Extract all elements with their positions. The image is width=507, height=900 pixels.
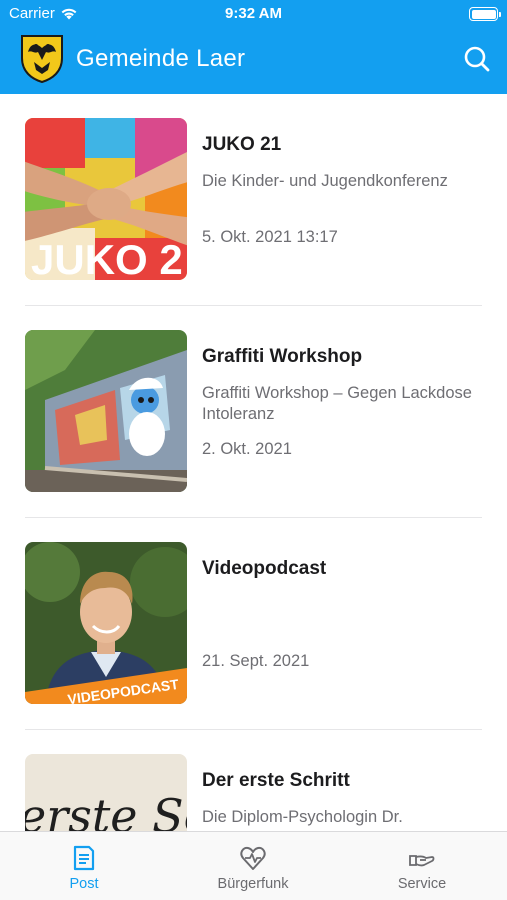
hand-service-icon <box>409 855 435 867</box>
tab-label: Service <box>397 876 447 892</box>
tab-label: Post <box>69 876 99 892</box>
heart-broadcast-icon <box>240 846 266 870</box>
tab-bar: Post Bürgerfunk Service <box>0 831 507 900</box>
post-subtitle: Die Diplom-Psychologin Dr. <box>202 808 403 826</box>
app-header: Carrier 9:32 AM Gemeinde Laer <box>0 0 507 94</box>
post-thumbnail <box>25 330 187 492</box>
battery-level <box>471 9 496 19</box>
post-title: Graffiti Workshop <box>202 346 363 367</box>
post-title: Der erste Schritt <box>202 770 350 791</box>
post-date: 21. Sept. 2021 <box>202 652 310 670</box>
post-thumbnail: erste Sc <box>25 754 187 831</box>
navigation-bar: Gemeinde Laer <box>0 28 507 94</box>
hands-together-image: JUKO 2 <box>25 118 187 280</box>
municipal-crest-icon <box>21 35 63 84</box>
post-list[interactable]: JUKO 2 JUKO 21 Die Kinder- und Jugendkon… <box>0 94 507 831</box>
post-subtitle: Graffiti Workshop – Gegen Lackdose Intol… <box>202 384 472 423</box>
post-item-graffiti[interactable]: Graffiti Workshop Graffiti Workshop – Ge… <box>0 306 507 518</box>
app-title: Gemeinde Laer <box>76 45 246 72</box>
handwriting-text: erste Sc <box>25 789 187 831</box>
post-title: Videopodcast <box>202 558 327 579</box>
battery-icon <box>469 7 501 21</box>
juko-image-text: JUKO 2 <box>31 236 183 280</box>
post-item-juko[interactable]: JUKO 2 JUKO 21 Die Kinder- und Jugendkon… <box>0 94 507 306</box>
document-icon <box>73 845 95 871</box>
status-time: 9:32 AM <box>225 5 282 22</box>
tab-service[interactable]: Service <box>362 844 482 892</box>
portrait-image: VIDEOPODCAST <box>25 542 187 704</box>
tab-buergerfunk[interactable]: Bürgerfunk <box>193 844 313 892</box>
post-title: JUKO 21 <box>202 134 282 155</box>
graffiti-wall-image <box>25 330 187 492</box>
post-thumbnail: VIDEOPODCAST <box>25 542 187 704</box>
post-date: 5. Okt. 2021 13:17 <box>202 228 338 246</box>
search-icon[interactable] <box>463 45 491 73</box>
status-bar: Carrier 9:32 AM <box>0 0 507 28</box>
post-date: 2. Okt. 2021 <box>202 440 292 458</box>
post-item-erster-schritt[interactable]: erste Sc Der erste Schritt Die Diplom-Ps… <box>0 730 507 831</box>
handwriting-image: erste Sc <box>25 754 187 831</box>
tab-label: Bürgerfunk <box>217 876 289 892</box>
post-item-videopodcast[interactable]: VIDEOPODCAST Videopodcast 21. Sept. 2021 <box>0 518 507 730</box>
post-thumbnail: JUKO 2 <box>25 118 187 280</box>
tab-post[interactable]: Post <box>24 844 144 892</box>
post-subtitle: Die Kinder- und Jugendkonferenz <box>202 172 448 190</box>
